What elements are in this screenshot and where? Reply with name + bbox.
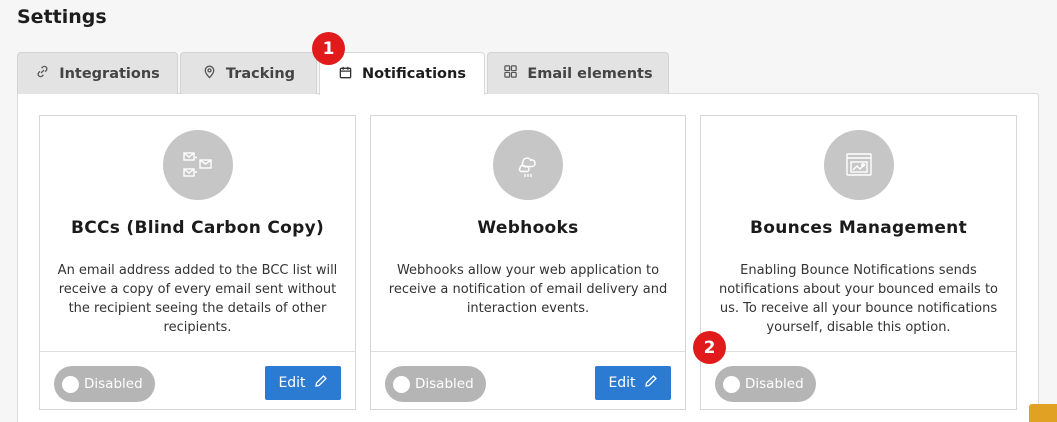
card-description: Webhooks allow your web application to r… (388, 263, 668, 316)
help-widget-tab[interactable] (1029, 404, 1057, 422)
calendar-icon (338, 65, 353, 84)
webhooks-card: Webhooks Webhooks allow your web applica… (370, 115, 686, 410)
tab-label: Notifications (362, 66, 466, 82)
tab-label: Tracking (225, 65, 296, 82)
tab-label: Integrations (59, 65, 160, 82)
step-marker-1: 1 (312, 32, 345, 65)
bounces-card: Bounces Management Enabling Bounce Notif… (700, 115, 1017, 410)
bcc-card: BCCs (Blind Carbon Copy) An email addres… (39, 115, 356, 410)
pencil-icon (644, 374, 658, 392)
tab-email-elements[interactable]: Email elements (487, 52, 669, 94)
grid-icon (503, 64, 518, 83)
bounce-window-icon (823, 130, 894, 200)
toggle-knob (62, 375, 79, 393)
tab-integrations[interactable]: Integrations (17, 52, 178, 94)
toggle-knob (723, 375, 740, 393)
toggle-knob (393, 375, 410, 393)
tab-notifications[interactable]: Notifications (319, 52, 485, 95)
card-description: Enabling Bounce Notifications sends noti… (718, 263, 999, 335)
card-footer: Disabled Edit (371, 351, 685, 411)
step-marker-2: 2 (693, 331, 726, 364)
link-icon (35, 64, 50, 83)
webhook-cloud-icon (493, 130, 563, 200)
bounces-toggle[interactable]: Disabled (715, 366, 816, 402)
edit-button-label: Edit (608, 375, 636, 391)
toggle-label: Disabled (745, 376, 804, 392)
location-pin-icon (202, 64, 217, 83)
envelopes-icon (162, 130, 233, 200)
webhooks-toggle[interactable]: Disabled (385, 366, 486, 402)
card-title: Bounces Management (749, 218, 968, 238)
card-description: An email address added to the BCC list w… (57, 263, 338, 335)
card-footer: Disabled Edit (40, 351, 355, 411)
toggle-label: Disabled (84, 376, 143, 392)
card-title: Webhooks (477, 218, 579, 238)
edit-button-label: Edit (278, 375, 306, 391)
toggle-label: Disabled (415, 376, 474, 392)
bcc-edit-button[interactable]: Edit (265, 366, 341, 400)
tab-tracking[interactable]: Tracking (180, 52, 317, 94)
tab-label: Email elements (527, 65, 653, 82)
card-footer: Disabled (701, 351, 1016, 411)
webhooks-edit-button[interactable]: Edit (595, 366, 671, 400)
bcc-toggle[interactable]: Disabled (54, 366, 155, 402)
card-title: BCCs (Blind Carbon Copy) (70, 218, 325, 238)
page-title: Settings (17, 6, 107, 28)
pencil-icon (314, 374, 328, 392)
